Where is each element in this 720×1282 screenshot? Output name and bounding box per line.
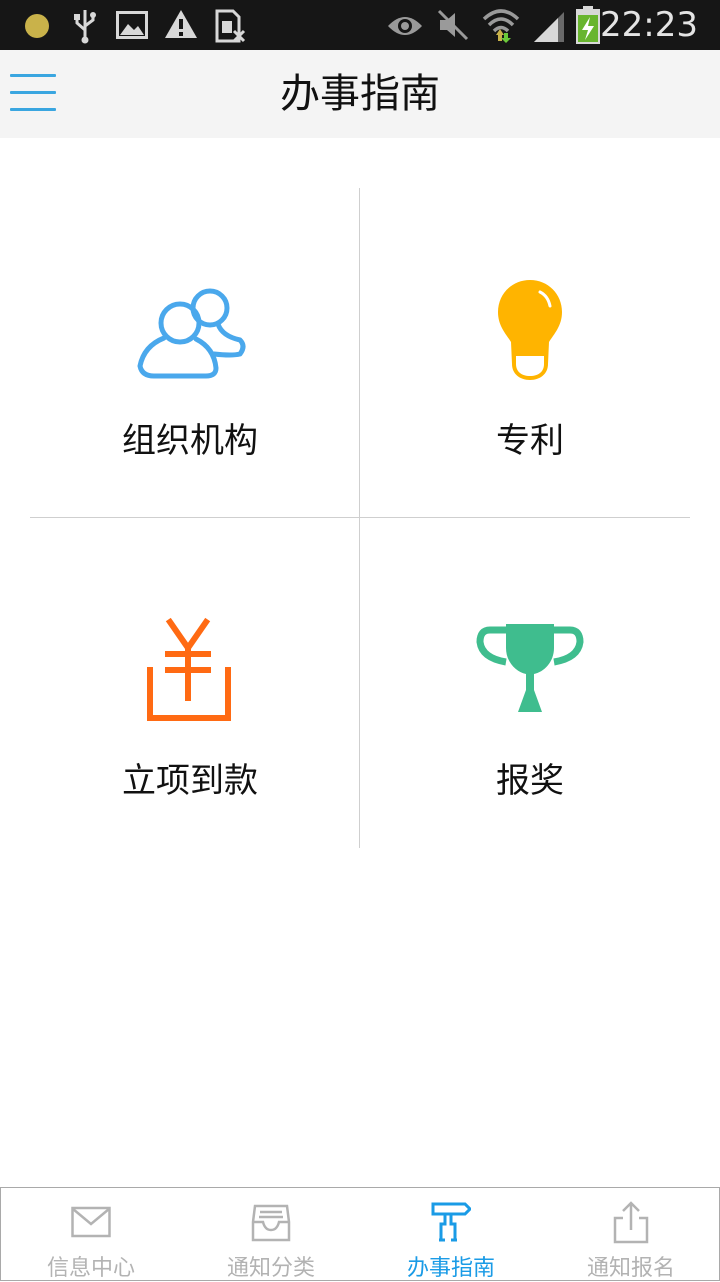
signal-icon	[534, 12, 564, 42]
lightbulb-icon	[498, 280, 562, 380]
tab-label: 信息中心	[46, 1256, 135, 1281]
grid-item-award[interactable]: 报奖	[365, 588, 695, 888]
image-icon	[116, 11, 148, 39]
yuan-box-icon	[147, 617, 231, 721]
grid-item-patent[interactable]: 专利	[365, 248, 695, 548]
signpost-icon	[431, 1202, 471, 1242]
grid-divider-vertical	[359, 188, 360, 848]
app-header: 办事指南	[0, 50, 720, 138]
tab-label: 通知报名	[586, 1256, 675, 1281]
grid-item-project-funding[interactable]: 立项到款	[25, 588, 355, 888]
usb-icon	[74, 10, 96, 44]
sim-icon	[215, 9, 246, 43]
status-time: 22:23	[600, 5, 698, 45]
guide-grid: 组织机构 专利 立项到款 报奖	[0, 138, 720, 858]
tab-info-center[interactable]: 信息中心	[1, 1188, 181, 1281]
grid-item-organization[interactable]: 组织机构	[25, 248, 355, 548]
grid-item-label: 立项到款	[122, 761, 258, 801]
hamburger-menu-icon[interactable]	[10, 74, 56, 114]
mail-icon	[71, 1206, 111, 1238]
people-icon	[137, 288, 246, 379]
grid-item-label: 报奖	[496, 761, 564, 801]
battery-charging-icon	[576, 6, 600, 44]
mute-icon	[437, 9, 469, 41]
bottom-tab-bar: 信息中心 通知分类 办事指南 通知报名	[0, 1187, 720, 1281]
tab-notice-signup[interactable]: 通知报名	[541, 1188, 720, 1281]
share-upload-icon	[613, 1201, 649, 1244]
notification-dot-icon	[25, 14, 49, 38]
inbox-tray-icon	[251, 1204, 291, 1242]
tab-notice-category[interactable]: 通知分类	[181, 1188, 361, 1281]
status-bar: 22:23	[0, 0, 720, 50]
wifi-icon	[482, 9, 520, 43]
page-title: 办事指南	[280, 71, 440, 117]
eye-icon	[388, 17, 422, 35]
warning-icon	[165, 10, 197, 38]
tab-label: 通知分类	[226, 1256, 315, 1281]
tab-label: 办事指南	[406, 1256, 495, 1281]
trophy-icon	[476, 624, 584, 712]
grid-item-label: 专利	[496, 421, 564, 461]
tab-guide[interactable]: 办事指南	[361, 1188, 541, 1281]
grid-item-label: 组织机构	[122, 421, 258, 461]
